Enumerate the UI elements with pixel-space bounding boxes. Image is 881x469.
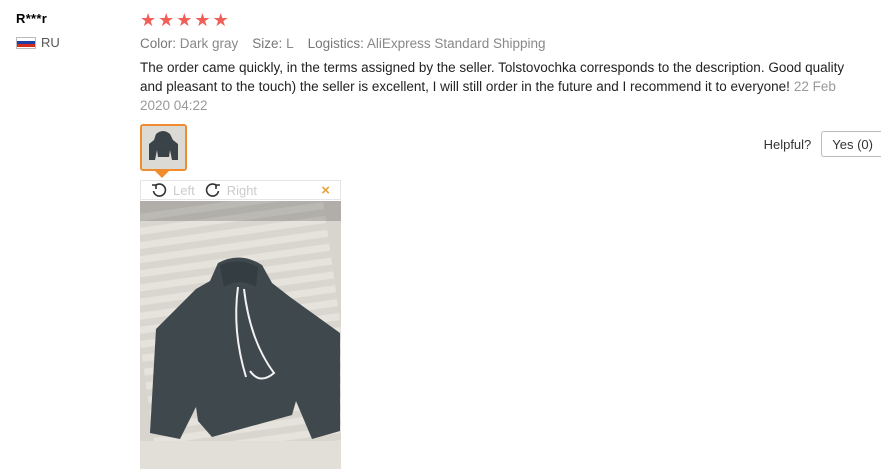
- rotate-left-label: Left: [173, 182, 195, 198]
- hoodie-photo-image: [140, 201, 341, 469]
- star-rating: ★ ★ ★ ★ ★: [140, 10, 880, 30]
- attribute-color: Color: Dark gray: [140, 36, 239, 51]
- review-photo-thumbnail[interactable]: [140, 124, 187, 171]
- thumbnail-image: [142, 126, 185, 169]
- star-icon: ★: [212, 10, 229, 30]
- star-icon: ★: [176, 10, 193, 30]
- helpful-yes-button[interactable]: Yes (0): [821, 131, 881, 157]
- rotate-left-icon: [152, 183, 167, 197]
- close-viewer-icon[interactable]: ×: [321, 182, 330, 199]
- attribute-size: Size: L: [252, 36, 294, 51]
- helpful-vote: Helpful? Yes (0): [764, 131, 881, 157]
- country-code: RU: [41, 35, 60, 50]
- rotate-right-icon: [205, 183, 220, 197]
- reviewer-info: R***r RU: [16, 11, 60, 50]
- review-text-content: The order came quickly, in the terms ass…: [140, 60, 845, 94]
- rotate-left-button[interactable]: Left: [151, 182, 195, 198]
- russia-flag-icon: [16, 36, 36, 49]
- purchase-attributes: Color: Dark gray Size: L Logistics: AliE…: [140, 36, 880, 51]
- helpful-label: Helpful?: [763, 136, 812, 152]
- rotate-right-label: Right: [226, 182, 258, 198]
- thumbnail-selected-indicator: [155, 171, 169, 178]
- review-photo-large: [140, 201, 341, 469]
- attribute-logistics: Logistics: AliExpress Standard Shipping: [307, 36, 546, 51]
- review-body: ★ ★ ★ ★ ★ Color: Dark gray Size: L Logis…: [140, 10, 880, 115]
- star-icon: ★: [140, 10, 157, 30]
- image-viewer-toolbar: Left Right ×: [140, 180, 341, 200]
- review-text: The order came quickly, in the terms ass…: [140, 58, 860, 115]
- star-icon: ★: [158, 10, 175, 30]
- reviewer-country: RU: [16, 35, 60, 50]
- rotate-right-button[interactable]: Right: [205, 182, 257, 198]
- star-icon: ★: [194, 10, 211, 30]
- reviewer-name: R***r: [16, 11, 48, 26]
